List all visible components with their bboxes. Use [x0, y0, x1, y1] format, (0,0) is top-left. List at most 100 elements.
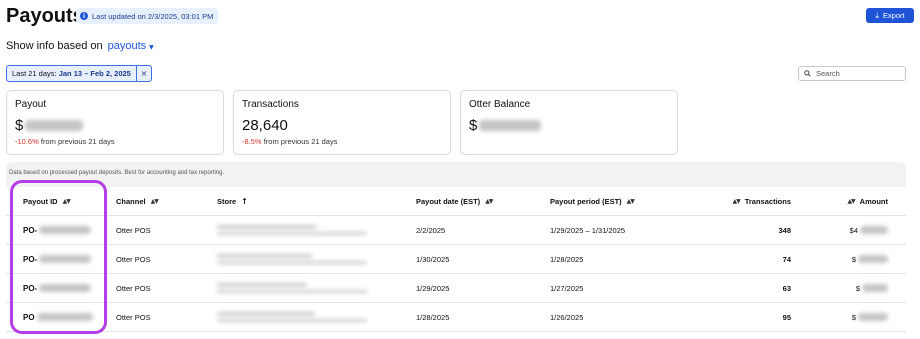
last-updated-text: Last updated on 2/3/2025, 03:01 PM — [92, 11, 214, 21]
table-row[interactable]: PO- Otter POS 1/30/2025 1/28/2025 74 $ — [6, 245, 906, 274]
card-value: $ — [15, 117, 84, 134]
change-suffix: from previous 21 days — [263, 137, 338, 146]
table-note: Data based on processed payout deposits.… — [9, 170, 225, 176]
payout-date-cell: 1/30/2025 — [416, 254, 450, 264]
amount-cell: $ — [836, 245, 888, 273]
page-title: Payouts — [6, 5, 84, 27]
show-info-dropdown[interactable]: payouts ▼ — [108, 40, 154, 52]
card-value: 28,640 — [242, 117, 288, 134]
payout-summary-card: Payout $ -10.6% from previous 21 days — [6, 90, 224, 155]
table-header-row: Payout ID ▲▼ Channel ▲▼ Store ↑ Payout date… — [6, 187, 906, 216]
download-icon: ⤓ — [875, 10, 879, 20]
redacted-store — [217, 254, 367, 264]
column-header-payout-date[interactable]: Payout date (EST) ▲▼ — [416, 187, 493, 215]
close-icon[interactable]: × — [136, 66, 151, 81]
transactions-cell: 348 — [778, 225, 791, 235]
table-row[interactable]: PO- Otter POS 1/29/2025 1/27/2025 63 $ — [6, 274, 906, 303]
channel-cell: Otter POS — [116, 225, 151, 235]
redacted-value — [25, 120, 84, 131]
transactions-cell: 63 — [782, 283, 791, 293]
header-label: Transactions — [744, 196, 791, 206]
change-percent: -10.6% — [15, 137, 39, 146]
header-label: Payout date (EST) — [416, 196, 481, 206]
payout-period-cell: 1/27/2025 — [550, 283, 584, 293]
header-label: Amount — [859, 196, 888, 206]
chevron-down-icon: ▼ — [149, 44, 154, 51]
otter-balance-card: Otter Balance $ — [460, 90, 678, 155]
column-header-amount[interactable]: ▲▼ Amount — [836, 187, 888, 215]
redacted-store — [217, 312, 367, 322]
channel-cell: Otter POS — [116, 283, 151, 293]
show-info-value: payouts — [107, 40, 147, 52]
amount-text: $ — [851, 312, 856, 322]
amount-cell: $4 — [836, 216, 888, 244]
redacted-amount — [858, 313, 888, 321]
amount-text: $ — [851, 254, 856, 264]
arrow-up-icon: ↑ — [241, 196, 248, 206]
column-header-channel[interactable]: Channel ▲▼ — [116, 187, 159, 215]
transactions-cell: 95 — [782, 312, 791, 322]
payout-date-cell: 2/2/2025 — [416, 225, 446, 235]
change-suffix: from previous 21 days — [40, 137, 115, 146]
header-label: Store — [217, 196, 237, 206]
column-header-store[interactable]: Store ↑ — [217, 187, 248, 215]
channel-cell: Otter POS — [116, 254, 151, 264]
header-label: Payout period (EST) — [550, 196, 622, 206]
transactions-summary-card: Transactions 28,640 -8.5% from previous … — [233, 90, 451, 155]
payout-id-highlight-annotation — [10, 180, 107, 334]
card-value-text: $ — [15, 117, 24, 134]
card-value-text: $ — [469, 117, 478, 134]
show-info-selector: Show info based on payouts ▼ — [6, 40, 154, 52]
card-label: Payout — [15, 99, 47, 110]
search-input[interactable] — [816, 69, 896, 78]
show-info-label: Show info based on — [6, 40, 103, 52]
table-row[interactable]: PO Otter POS 1/28/2025 1/26/2025 95 $ — [6, 303, 906, 332]
table-row[interactable]: PO- Otter POS 2/2/2025 1/29/2025 – 1/31/… — [6, 216, 906, 245]
search-icon — [804, 70, 811, 77]
last-updated-badge: i Last updated on 2/3/2025, 03:01 PM — [76, 8, 219, 24]
column-header-transactions[interactable]: ▲▼ Transactions — [721, 187, 791, 215]
redacted-amount — [860, 226, 888, 234]
card-change: -10.6% from previous 21 days — [15, 137, 115, 146]
redacted-amount — [858, 255, 888, 263]
card-value: $ — [469, 117, 542, 134]
info-icon: i — [80, 12, 88, 20]
store-cell — [217, 216, 367, 244]
search-field[interactable] — [798, 66, 906, 81]
store-cell — [217, 274, 367, 302]
header-label: Channel — [116, 196, 146, 206]
redacted-value — [479, 120, 542, 131]
export-label: Export — [882, 11, 905, 20]
card-label: Otter Balance — [469, 99, 531, 110]
export-button[interactable]: ⤓ Export — [866, 8, 914, 23]
channel-cell: Otter POS — [116, 312, 151, 322]
date-range-prefix: Last 21 days: — [12, 69, 57, 78]
store-cell — [217, 245, 367, 273]
amount-cell: $ — [836, 303, 888, 331]
redacted-amount — [862, 284, 888, 292]
amount-text: $4 — [849, 225, 858, 235]
sort-icon: ▲▼ — [732, 197, 740, 205]
payout-date-cell: 1/29/2025 — [416, 283, 450, 293]
transactions-cell: 74 — [782, 254, 791, 264]
sort-icon: ▲▼ — [485, 197, 493, 205]
date-range-filter-chip[interactable]: Last 21 days: Jan 13 – Feb 2, 2025 × — [6, 65, 152, 82]
amount-text: $ — [855, 283, 860, 293]
card-change: -8.5% from previous 21 days — [242, 137, 337, 146]
sort-icon: ▲▼ — [150, 197, 159, 205]
payout-date-cell: 1/28/2025 — [416, 312, 450, 322]
sort-icon: ▲▼ — [626, 197, 635, 205]
amount-cell: $ — [836, 274, 888, 302]
redacted-store — [217, 283, 367, 293]
payout-period-cell: 1/26/2025 — [550, 312, 584, 322]
payout-period-cell: 1/28/2025 — [550, 254, 584, 264]
column-header-payout-period[interactable]: Payout period (EST) ▲▼ — [550, 187, 635, 215]
date-range-text: Last 21 days: Jan 13 – Feb 2, 2025 — [7, 69, 136, 78]
store-cell — [217, 303, 367, 331]
payouts-table: Payout ID ▲▼ Channel ▲▼ Store ↑ Payout date… — [6, 187, 906, 339]
date-range-value: Jan 13 – Feb 2, 2025 — [58, 69, 131, 78]
sort-icon: ▲▼ — [847, 197, 855, 205]
payout-period-cell: 1/29/2025 – 1/31/2025 — [550, 225, 626, 235]
redacted-store — [217, 225, 367, 235]
card-label: Transactions — [242, 99, 299, 110]
